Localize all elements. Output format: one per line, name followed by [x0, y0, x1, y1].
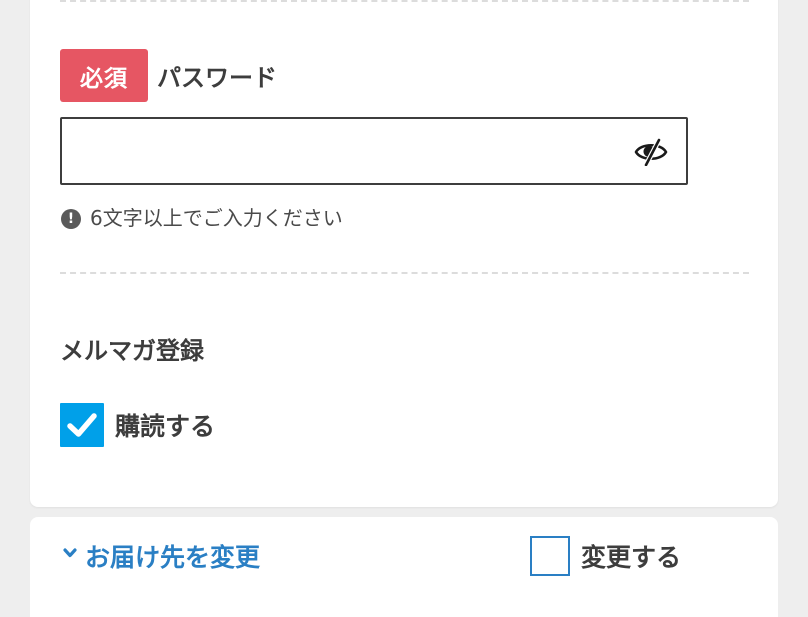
required-badge: 必須	[60, 49, 148, 102]
subscribe-checkbox[interactable]: 購読する	[60, 403, 215, 447]
section-divider-top	[60, 0, 749, 2]
newsletter-title: メルマガ登録	[60, 337, 204, 365]
subscribe-label: 購読する	[115, 412, 216, 441]
password-hint: ! 6文字以上でご入力ください	[61, 202, 343, 231]
change-delivery-link[interactable]: お届け先を変更	[63, 538, 260, 574]
exclamation-circle-icon: !	[61, 208, 81, 229]
change-delivery-checkbox[interactable]: 変更する	[530, 536, 681, 576]
password-visibility-toggle[interactable]	[632, 136, 670, 168]
password-label: パスワード	[157, 64, 277, 92]
checkbox-checked[interactable]	[60, 403, 104, 447]
password-hint-text: 6文字以上でご入力ください	[90, 206, 343, 230]
section-divider	[60, 272, 749, 274]
eye-slash-icon	[634, 138, 668, 166]
checkmark-icon	[67, 413, 97, 437]
checkbox-unchecked[interactable]	[530, 536, 570, 576]
chevron-down-icon	[63, 548, 77, 558]
password-input[interactable]	[60, 117, 688, 185]
change-checkbox-label: 変更する	[581, 543, 682, 572]
change-delivery-text: お届け先を変更	[85, 543, 261, 572]
